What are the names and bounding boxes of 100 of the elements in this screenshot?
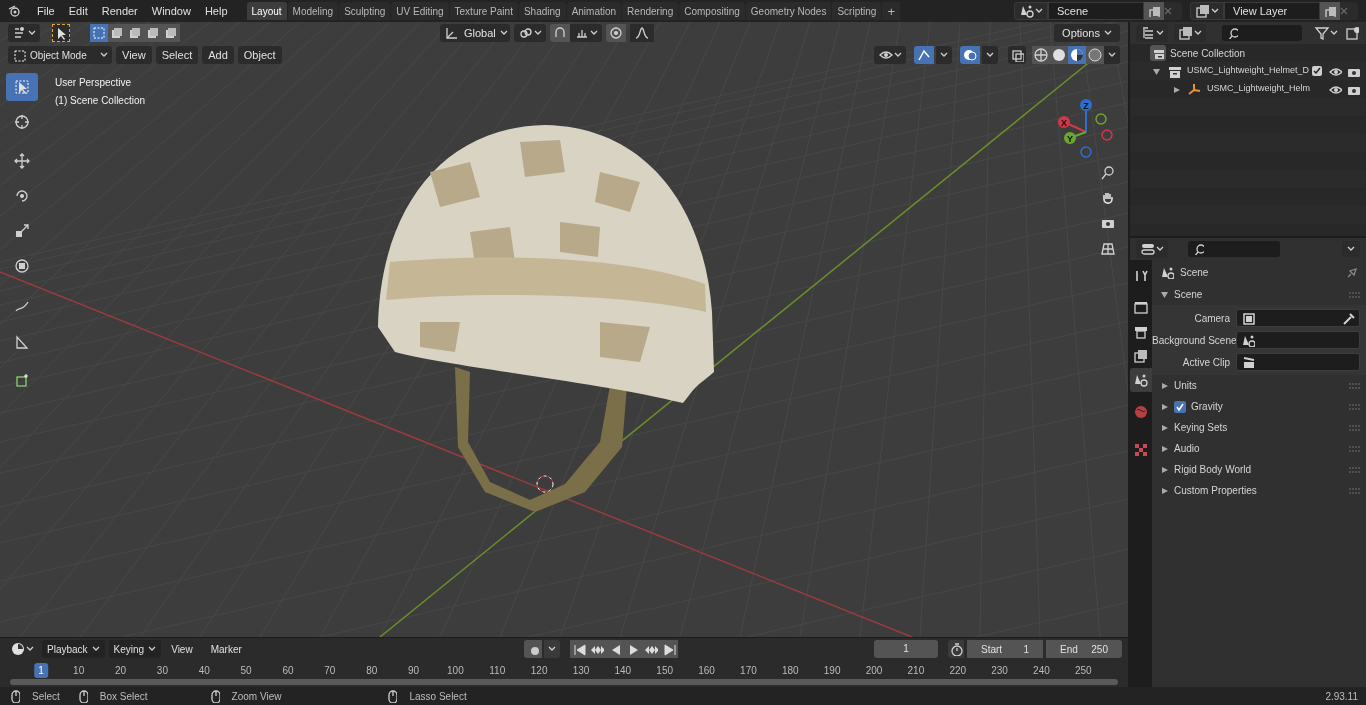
view-layer-name-field[interactable]: View Layer	[1224, 2, 1320, 20]
panel-header[interactable]: Rigid Body World	[1152, 459, 1366, 480]
preview-range-toggle[interactable]	[948, 640, 964, 658]
tool-button[interactable]	[52, 24, 70, 42]
workspace-tab[interactable]: Sculpting	[339, 2, 391, 20]
filter-dropdown[interactable]	[1314, 25, 1338, 41]
gizmo-dropdown[interactable]	[936, 46, 952, 64]
add-workspace-button[interactable]: +	[882, 2, 901, 20]
start-frame-field[interactable]: Start 1	[967, 640, 1043, 658]
properties-tab[interactable]	[1130, 368, 1152, 392]
editor-type-button[interactable]	[1136, 240, 1168, 258]
auto-keying-toggle[interactable]	[523, 640, 542, 658]
3d-cursor-icon	[536, 475, 554, 493]
panel-header[interactable]: Audio	[1152, 438, 1366, 459]
panel-header[interactable]: Custom Properties	[1152, 480, 1366, 501]
panel-header[interactable]: Gravity	[1152, 396, 1366, 417]
proportional-edit-toggle[interactable]	[606, 24, 626, 42]
outliner-item[interactable]: USMC_Lightweight_Helm	[1207, 82, 1311, 96]
keying-dropdown[interactable]	[543, 640, 560, 658]
timeline-scrollbar[interactable]	[10, 679, 1118, 685]
transform-orientation-dropdown[interactable]: Global	[440, 24, 510, 42]
workspace-tab[interactable]: Texture Paint	[449, 2, 518, 20]
copy-button[interactable]	[1320, 2, 1340, 20]
menu-item[interactable]: Add	[202, 46, 234, 64]
gizmo-toggle[interactable]	[914, 46, 934, 64]
workspace-tab[interactable]: Scripting	[832, 2, 882, 20]
options-dropdown[interactable]: Options	[1054, 24, 1120, 42]
overlay-dropdown[interactable]	[982, 46, 998, 64]
workspace-tab[interactable]: UV Editing	[391, 2, 449, 20]
shading-mode-button[interactable]	[1068, 46, 1086, 64]
selection-mode-button[interactable]	[162, 24, 180, 42]
close-button[interactable]	[1340, 2, 1358, 20]
menu-item[interactable]: Marker	[202, 640, 250, 658]
caret-icon	[1347, 245, 1355, 253]
tool-tab-icon	[1133, 268, 1149, 284]
mode-dropdown[interactable]: Object Mode	[8, 46, 112, 64]
editor-type-button[interactable]	[1136, 24, 1168, 42]
menu-dropdown[interactable]: Playback	[42, 640, 105, 658]
shading-mode-button[interactable]	[1050, 46, 1068, 64]
close-button[interactable]	[1164, 2, 1182, 20]
workspace-tab[interactable]: Animation	[566, 2, 622, 20]
disclosure-triangle-icon[interactable]	[1152, 66, 1161, 76]
visibility-dropdown[interactable]	[874, 46, 906, 64]
pivot-point-dropdown[interactable]	[514, 24, 546, 42]
menu-item[interactable]: Help	[197, 2, 235, 20]
new-collection-button[interactable]	[1344, 25, 1360, 41]
clip-field[interactable]	[1236, 353, 1360, 371]
panel-header[interactable]: Scene	[1152, 284, 1366, 305]
menu-item[interactable]: View	[116, 46, 152, 64]
search-field[interactable]	[1188, 241, 1280, 257]
disclosure-triangle-icon[interactable]	[1172, 84, 1181, 94]
workspace-tab[interactable]: Layout	[246, 2, 287, 20]
playback-icon	[661, 642, 676, 656]
snap-target-dropdown[interactable]	[570, 24, 602, 42]
panel-header[interactable]: Keying Sets	[1152, 417, 1366, 438]
menu-item[interactable]: Object	[237, 46, 282, 64]
search-field[interactable]	[1222, 25, 1302, 41]
menu-item[interactable]: Window	[144, 2, 198, 20]
properties-icon	[1140, 241, 1156, 257]
toolbar-tool-button[interactable]	[6, 73, 38, 101]
view-layer-selector[interactable]	[1190, 2, 1224, 20]
falloff-dropdown[interactable]	[630, 24, 654, 42]
workspace-tab[interactable]: Shading	[518, 2, 566, 20]
scene-field[interactable]	[1236, 331, 1360, 349]
caret-icon	[91, 645, 100, 653]
workspace-tab[interactable]: Compositing	[679, 2, 745, 20]
scene-name-field[interactable]: Scene	[1048, 2, 1144, 20]
overlay-toggle[interactable]	[960, 46, 980, 64]
snap-toggle[interactable]	[550, 24, 570, 42]
exclude-checkbox[interactable]	[1312, 66, 1322, 76]
display-mode-dropdown[interactable]	[1174, 24, 1206, 42]
shading-dropdown[interactable]	[1104, 46, 1120, 64]
navigation-gizmo[interactable]: X Y Z	[1058, 99, 1113, 158]
camera-field[interactable]	[1236, 309, 1360, 327]
texture-tab-icon	[1133, 442, 1149, 458]
workspace-tab[interactable]: Modeling	[287, 2, 339, 20]
xray-toggle[interactable]	[1008, 46, 1026, 64]
copy-button[interactable]	[1144, 2, 1164, 20]
menu-dropdown[interactable]: Keying	[108, 640, 162, 658]
outliner-item[interactable]: USMC_Lightweight_Helmet_D	[1187, 64, 1310, 78]
selection-mode-button[interactable]	[108, 24, 126, 42]
current-frame-field[interactable]: 1	[874, 640, 938, 658]
menu-item[interactable]: Select	[155, 46, 199, 64]
menu-item[interactable]: Edit	[61, 2, 95, 20]
outliner-item[interactable]: Scene Collection	[1170, 45, 1246, 61]
gravity-checkbox[interactable]	[1174, 400, 1186, 413]
options-dropdown[interactable]	[1342, 241, 1360, 257]
editor-type-button[interactable]	[8, 24, 40, 42]
playback-control-button[interactable]	[569, 640, 588, 658]
field-label: Active Clip	[1181, 355, 1231, 370]
playhead-frame-marker[interactable]: 1	[34, 663, 48, 678]
menu-item[interactable]: View	[163, 640, 201, 658]
workspace-tab[interactable]: Rendering	[622, 2, 679, 20]
panel-header[interactable]: Units	[1152, 375, 1366, 396]
menu-item[interactable]: File	[30, 2, 62, 20]
workspace-tab[interactable]: Geometry Nodes	[745, 2, 832, 20]
menu-item[interactable]: Render	[94, 2, 145, 20]
end-frame-field[interactable]: End 250	[1046, 640, 1122, 658]
checkmark-icon	[1175, 401, 1185, 412]
scene-selector[interactable]	[1014, 2, 1048, 20]
